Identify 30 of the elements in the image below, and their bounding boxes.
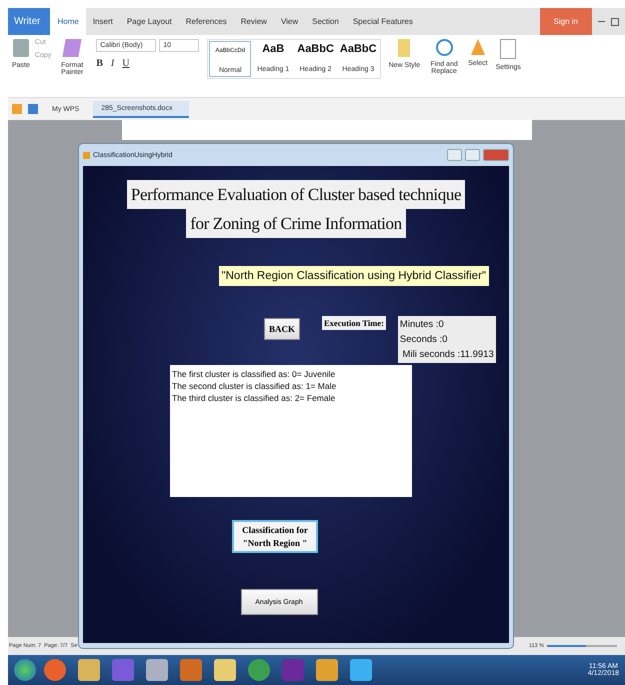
close-button[interactable] <box>483 149 509 161</box>
minimize-button[interactable] <box>447 149 462 161</box>
format-button[interactable]: I <box>110 58 114 69</box>
result-line: The second cluster is classified as: 1= Male <box>172 381 338 391</box>
classification-button[interactable]: Classification for "North Region " <box>232 520 318 553</box>
app-menu-button[interactable]: Writer <box>8 8 50 35</box>
timing-text: Mili seconds :11.9913 <box>402 349 494 360</box>
heading-text: for Zoning of Crime Information <box>186 209 406 238</box>
maximize-button[interactable] <box>465 149 480 161</box>
format-button[interactable]: U <box>122 58 130 69</box>
menu-tab[interactable]: Home <box>50 8 86 35</box>
subtitle-label: "North Region Classification using Hybrid Classifier" <box>218 266 489 286</box>
menu-tab[interactable]: Page Layout <box>120 8 179 35</box>
minimize-icon[interactable] <box>598 21 605 22</box>
back-button[interactable]: BACK <box>264 318 300 340</box>
timing-text: Minutes :0 <box>400 319 445 330</box>
result-line: The first cluster is classified as: 0= Juvenile <box>172 369 336 379</box>
restore-icon[interactable] <box>611 18 619 26</box>
heading-text: Performance Evaluation of Cluster based technique <box>126 180 466 209</box>
menu-tab[interactable]: Insert <box>86 8 120 35</box>
menu-tab[interactable]: Section <box>305 8 346 35</box>
timing-text: Seconds :0 <box>400 334 448 345</box>
format-button[interactable]: B <box>96 58 103 69</box>
result-line: The third cluster is classified as: 2= Female <box>172 393 336 403</box>
menu-tab[interactable]: View <box>274 8 306 35</box>
menu-tab[interactable]: Special Features <box>346 8 420 35</box>
menu-tab[interactable]: Review <box>234 8 274 35</box>
menu-tab[interactable]: References <box>178 8 234 35</box>
start-button[interactable] <box>14 659 36 681</box>
execution-time-label: Execution Time: <box>322 316 386 330</box>
